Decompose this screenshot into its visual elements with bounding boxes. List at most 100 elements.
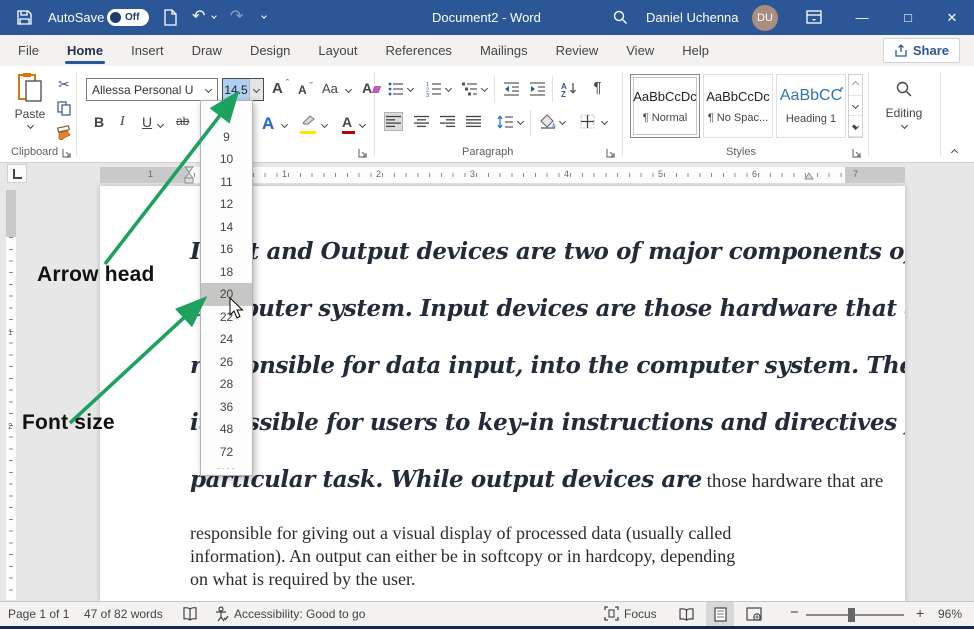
align-center-button[interactable]: [412, 112, 431, 131]
multilevel-chevron-icon[interactable]: [481, 85, 488, 92]
format-painter-button[interactable]: [54, 122, 74, 142]
justify-button[interactable]: [464, 112, 483, 131]
tab-review[interactable]: Review: [542, 35, 613, 66]
font-size-combobox[interactable]: 14.5: [222, 78, 264, 101]
decrease-indent-button[interactable]: [502, 79, 521, 98]
zoom-in-button[interactable]: +: [916, 605, 924, 621]
tab-references[interactable]: References: [371, 35, 465, 66]
user-name[interactable]: Daniel Uchenna: [646, 10, 739, 25]
save-icon[interactable]: [16, 9, 33, 26]
bullets-chevron-icon[interactable]: [407, 85, 414, 92]
paragraph-dialog-launcher[interactable]: [606, 148, 616, 158]
strikethrough-button[interactable]: ab: [176, 114, 189, 128]
font-size-option[interactable]: 36: [201, 396, 252, 419]
font-size-option[interactable]: 26: [201, 351, 252, 374]
change-case-chevron-icon[interactable]: [345, 86, 352, 93]
clipboard-dialog-launcher[interactable]: [62, 148, 72, 158]
font-size-option[interactable]: 9: [201, 126, 252, 149]
style-heading1[interactable]: AaBbCƇ Heading 1: [776, 74, 846, 138]
font-color-button[interactable]: A: [342, 114, 352, 130]
sort-button[interactable]: AZ: [560, 79, 579, 98]
shrink-font-button[interactable]: Aˇ: [298, 83, 307, 97]
tab-selector[interactable]: [7, 164, 27, 183]
left-indent-marker[interactable]: [184, 166, 194, 184]
shading-chevron-icon[interactable]: [559, 118, 566, 125]
font-size-option[interactable]: 28: [201, 373, 252, 396]
font-size-option[interactable]: 11: [201, 171, 252, 194]
autosave-toggle[interactable]: Off: [107, 9, 149, 26]
close-button[interactable]: ✕: [930, 0, 974, 35]
numbering-button[interactable]: 123: [424, 79, 443, 98]
borders-chevron-icon[interactable]: [601, 118, 608, 125]
underline-button[interactable]: U: [142, 114, 152, 130]
zoom-slider-thumb[interactable]: [848, 608, 855, 622]
multilevel-list-button[interactable]: [460, 79, 479, 98]
zoom-level[interactable]: 96%: [938, 607, 962, 621]
font-name-combobox[interactable]: Allessa Personal U: [86, 78, 218, 101]
tab-mailings[interactable]: Mailings: [466, 35, 542, 66]
styles-scroll-up[interactable]: [849, 75, 862, 96]
font-size-option[interactable]: 14: [201, 216, 252, 239]
font-size-dropdown-button[interactable]: [249, 79, 263, 100]
page-indicator[interactable]: Page 1 of 1: [8, 607, 69, 621]
highlight-button[interactable]: [300, 114, 316, 130]
font-size-option-selected[interactable]: 20: [201, 283, 252, 306]
quick-access-more-icon[interactable]: [261, 13, 267, 19]
font-size-option[interactable]: 24: [201, 328, 252, 351]
tab-layout[interactable]: Layout: [304, 35, 371, 66]
font-color-chevron-icon[interactable]: [359, 121, 366, 128]
font-size-option[interactable]: 18: [201, 261, 252, 284]
print-layout-button[interactable]: [706, 602, 734, 626]
undo-chevron-icon[interactable]: [211, 13, 217, 19]
line-spacing-button[interactable]: [496, 112, 515, 131]
new-document-icon[interactable]: [163, 9, 178, 26]
line-spacing-chevron-icon[interactable]: [517, 118, 524, 125]
clear-formatting-button[interactable]: A: [362, 80, 372, 96]
proofing-icon[interactable]: [182, 606, 198, 622]
shading-button[interactable]: [538, 112, 557, 131]
paste-button[interactable]: Paste: [8, 72, 52, 144]
cut-button[interactable]: ✂: [54, 74, 74, 94]
font-size-option[interactable]: 48: [201, 418, 252, 441]
word-count[interactable]: 47 of 82 words: [84, 607, 163, 621]
share-button[interactable]: Share: [883, 38, 960, 63]
maximize-button[interactable]: □: [886, 0, 930, 35]
right-indent-marker[interactable]: [804, 172, 814, 182]
highlight-chevron-icon[interactable]: [321, 121, 328, 128]
text-effects-button[interactable]: A: [262, 114, 274, 134]
numbering-chevron-icon[interactable]: [445, 85, 452, 92]
styles-more-button[interactable]: [849, 116, 862, 137]
italic-button[interactable]: I: [120, 114, 125, 130]
tab-draw[interactable]: Draw: [178, 35, 236, 66]
font-dialog-launcher[interactable]: [358, 148, 368, 158]
ribbon-display-options-icon[interactable]: [806, 10, 822, 24]
font-size-option[interactable]: 72: [201, 441, 252, 464]
minimize-button[interactable]: —: [840, 0, 884, 35]
font-name-chevron-icon[interactable]: [205, 86, 212, 93]
text-effects-chevron-icon[interactable]: [281, 121, 288, 128]
style-no-spacing[interactable]: AaBbCcDc ¶ No Spac...: [703, 74, 773, 138]
tab-file[interactable]: File: [4, 35, 53, 66]
vertical-ruler[interactable]: 1 2: [6, 190, 16, 600]
show-hide-marks-button[interactable]: ¶: [588, 78, 607, 97]
search-icon[interactable]: [612, 9, 628, 25]
font-size-option[interactable]: 22: [201, 306, 252, 329]
font-size-option[interactable]: 10: [201, 148, 252, 171]
zoom-out-button[interactable]: −: [790, 604, 799, 621]
styles-scroll-down[interactable]: [849, 96, 862, 117]
font-size-option[interactable]: 8: [201, 103, 252, 126]
web-layout-button[interactable]: [740, 602, 768, 626]
accessibility-status[interactable]: Accessibility: Good to go: [234, 607, 365, 621]
tab-design[interactable]: Design: [236, 35, 304, 66]
change-case-button[interactable]: Aa: [322, 81, 338, 96]
align-left-button[interactable]: [384, 112, 403, 131]
style-normal[interactable]: AaBbCcDc ¶ Normal: [630, 74, 700, 138]
accessibility-icon[interactable]: [214, 606, 229, 622]
focus-button[interactable]: Focus: [624, 607, 657, 621]
undo-icon[interactable]: ↶: [192, 6, 205, 26]
copy-button[interactable]: [54, 98, 74, 118]
font-size-option[interactable]: 16: [201, 238, 252, 261]
increase-indent-button[interactable]: [528, 79, 547, 98]
tab-help[interactable]: Help: [668, 35, 723, 66]
borders-button[interactable]: [578, 112, 597, 131]
